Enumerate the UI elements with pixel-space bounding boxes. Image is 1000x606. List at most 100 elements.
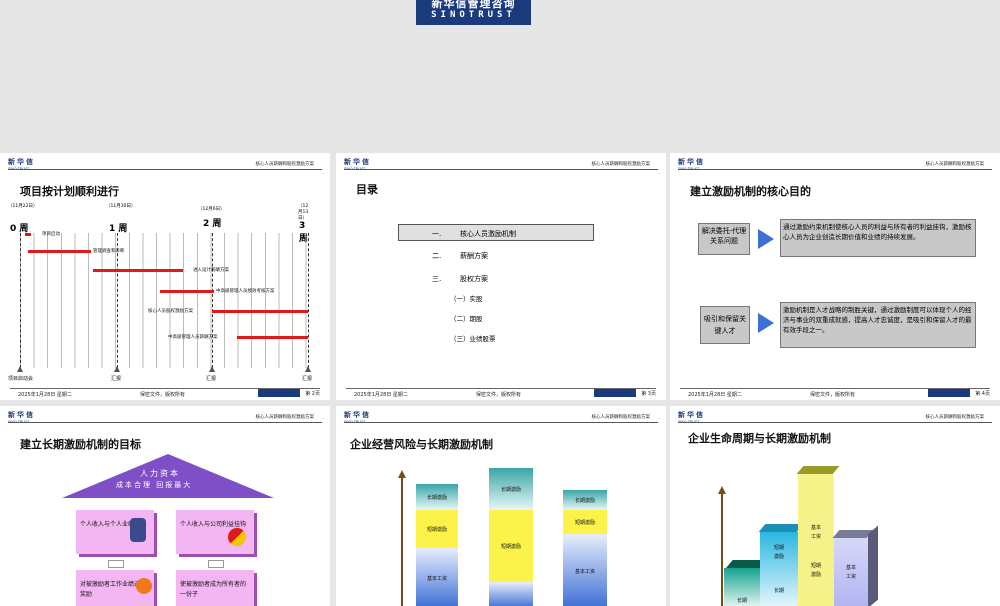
stack-block: 短期激励 xyxy=(563,510,607,534)
gantt-bar xyxy=(237,336,308,339)
gantt-bar xyxy=(212,310,308,313)
header-divider xyxy=(344,422,658,423)
footer-logo xyxy=(594,389,636,397)
milestone-marker xyxy=(114,366,120,372)
footer-date: 2025年1月28日 星期二 xyxy=(688,392,742,398)
slide-title: 建立长期激励机制的目标 xyxy=(20,438,141,451)
stack-block: 长期激励 xyxy=(416,484,458,510)
toc-subitem[interactable]: （一）实股 xyxy=(450,293,483,303)
purpose-text: 激励机制是人才战略的制胜关键，通过激励制度可以体现个人的经济与事业的双重成就感，… xyxy=(780,302,976,348)
slide-thumbnail-4[interactable]: 新华信 SINO TRUST 核心人员薪酬和股权激励方案 建立激励机制的核心目的 … xyxy=(670,153,1000,400)
date-label: （11月30日） xyxy=(106,204,136,209)
slide-title: 项目按计划顺利进行 xyxy=(20,185,119,198)
header-title: 核心人员薪酬和股权激励方案 xyxy=(925,415,985,420)
block-label: 短期激励 xyxy=(810,563,821,578)
block-side-face xyxy=(868,525,878,606)
footer-confidential: 保密文件，版权所有 xyxy=(140,392,186,398)
axis-arrow-icon xyxy=(718,486,726,494)
arrow-right-icon xyxy=(758,229,774,249)
toc-item[interactable]: 薪酬方案 xyxy=(460,251,488,261)
milestone-label: 汇报 xyxy=(111,376,122,382)
gantt-bar xyxy=(93,269,183,272)
milestone-marker xyxy=(305,366,311,372)
slide-title: 企业生命周期与长期激励机制 xyxy=(688,432,831,445)
lifecycle-block: 短期激励 长期 xyxy=(760,532,798,606)
milestone-marker xyxy=(209,366,215,372)
goal-box: 使被激励者成为所有者的一份子 xyxy=(176,570,254,606)
task-label: 中高级管理人员绩效考核方案 xyxy=(216,289,275,294)
task-label: 项目启动 xyxy=(42,232,60,237)
toc-num: 二. xyxy=(432,252,442,260)
toc-subitem[interactable]: （二）期股 xyxy=(450,313,483,323)
toc-item[interactable]: 股权方案 xyxy=(460,274,488,284)
y-axis xyxy=(401,476,403,606)
header-divider xyxy=(8,422,322,423)
slide-thumbnail-6[interactable]: 新华信 SINO TRUST 核心人员薪酬和股权激励方案 企业经营风险与长期激励机… xyxy=(336,406,666,606)
purpose-text: 通过激励约束机制使核心人员的利益与所有者的利益挂钩，激励核心人员为企业创造长期价… xyxy=(780,219,976,257)
sinotrust-logo: 新华信管理咨询 SINOTRUST xyxy=(416,0,531,25)
header-title: 核心人员薪酬和股权激励方案 xyxy=(591,415,651,420)
header-divider xyxy=(678,422,992,423)
up-arrow-icon xyxy=(208,560,224,568)
slide-footer: 2025年1月28日 星期二 保密文件，版权所有 第 3页 xyxy=(346,388,656,398)
milestone-line xyxy=(308,233,309,368)
block-label: 基本工资 xyxy=(810,525,821,540)
toc-subitem[interactable]: （三）业绩股票 xyxy=(450,333,496,343)
block-label: 短期激励 xyxy=(773,545,784,561)
stack-block: 长期激励 xyxy=(489,468,533,510)
gantt-bar xyxy=(28,250,91,253)
block-top-face xyxy=(796,466,840,474)
stack-block: 短期激励 xyxy=(489,510,533,582)
purpose-label: 解决委托-代理关系问题 xyxy=(698,223,750,255)
milestone-label: 项目启动会 xyxy=(8,376,34,382)
axis-arrow-icon xyxy=(398,470,406,478)
header-title: 核心人员薪酬和股权激励方案 xyxy=(591,162,651,167)
stack-block xyxy=(489,582,533,606)
page-number: 第 2页 xyxy=(305,391,320,397)
page-number: 第 3页 xyxy=(641,391,656,397)
header-title: 核心人员薪酬和股权激励方案 xyxy=(255,162,315,167)
roof-subtitle: 成本合理 回报最大 xyxy=(116,481,193,489)
block-label: 长期 xyxy=(773,587,784,594)
up-arrow-icon xyxy=(108,560,124,568)
slide-footer: 2025年1月28日 星期二 保密文件，版权所有 第 4页 xyxy=(680,388,990,398)
slide-thumbnail-2[interactable]: 新华信 SINO TRUST 核心人员薪酬和股权激励方案 项目按计划顺利进行 （1… xyxy=(0,153,330,400)
roof-title: 人力资本 xyxy=(140,469,180,478)
date-label: （11月22日） xyxy=(8,204,38,209)
climber-icon xyxy=(130,518,146,542)
slide-footer: 2025年1月28日 星期二 保密文件，版权所有 第 2页 xyxy=(10,388,320,398)
toc-item[interactable]: 核心人员激励机制 xyxy=(460,229,516,239)
milestone-line xyxy=(212,233,213,368)
lifecycle-block: 基本工资 短期激励 xyxy=(798,474,834,606)
footer-confidential: 保密文件，版权所有 xyxy=(476,392,522,398)
footer-logo xyxy=(928,389,970,397)
logo-text-cn: 新华信管理咨询 xyxy=(431,0,516,10)
footer-date: 2025年1月28日 星期二 xyxy=(354,392,408,398)
toc-num: 一. xyxy=(432,230,442,238)
purpose-label: 吸引和保留关键人才 xyxy=(700,306,750,344)
header-divider xyxy=(8,169,322,170)
milestone-marker xyxy=(17,366,23,372)
task-label: 管理调查和诊断 xyxy=(93,249,125,254)
milestone-line xyxy=(20,233,21,368)
gantt-bar xyxy=(25,233,31,236)
task-label: 核心人员股权激励方案 xyxy=(148,309,193,314)
person-icon xyxy=(136,578,152,594)
block-top-face xyxy=(758,524,804,532)
slide-title: 目录 xyxy=(356,183,378,196)
lifecycle-block: 基本工资 xyxy=(834,538,868,606)
slide-thumbnail-3[interactable]: 新华信 SINO TRUST 核心人员薪酬和股权激励方案 目录 一. 核心人员激励… xyxy=(336,153,666,400)
slide-thumbnail-5[interactable]: 新华信 SINO TRUST 核心人员薪酬和股权激励方案 建立长期激励机制的目标 … xyxy=(0,406,330,606)
header-divider xyxy=(344,169,658,170)
slide-title: 建立激励机制的核心目的 xyxy=(690,185,811,198)
yin-yang-icon xyxy=(228,528,246,546)
logo-text-en: SINOTRUST xyxy=(431,10,516,20)
stack-block: 长期激励 xyxy=(563,490,607,510)
stack-block: 短期激励 xyxy=(416,510,458,548)
footer-date: 2025年1月28日 星期二 xyxy=(18,392,72,398)
slide-title: 企业经营风险与长期激励机制 xyxy=(350,438,493,451)
week-label: 2 周 xyxy=(203,219,222,229)
gantt-bar xyxy=(160,290,214,293)
slide-thumbnail-7[interactable]: 新华信 SINO TRUST 核心人员薪酬和股权激励方案 企业生命周期与长期激励机… xyxy=(670,406,1000,606)
toc-num: 三. xyxy=(432,275,442,283)
